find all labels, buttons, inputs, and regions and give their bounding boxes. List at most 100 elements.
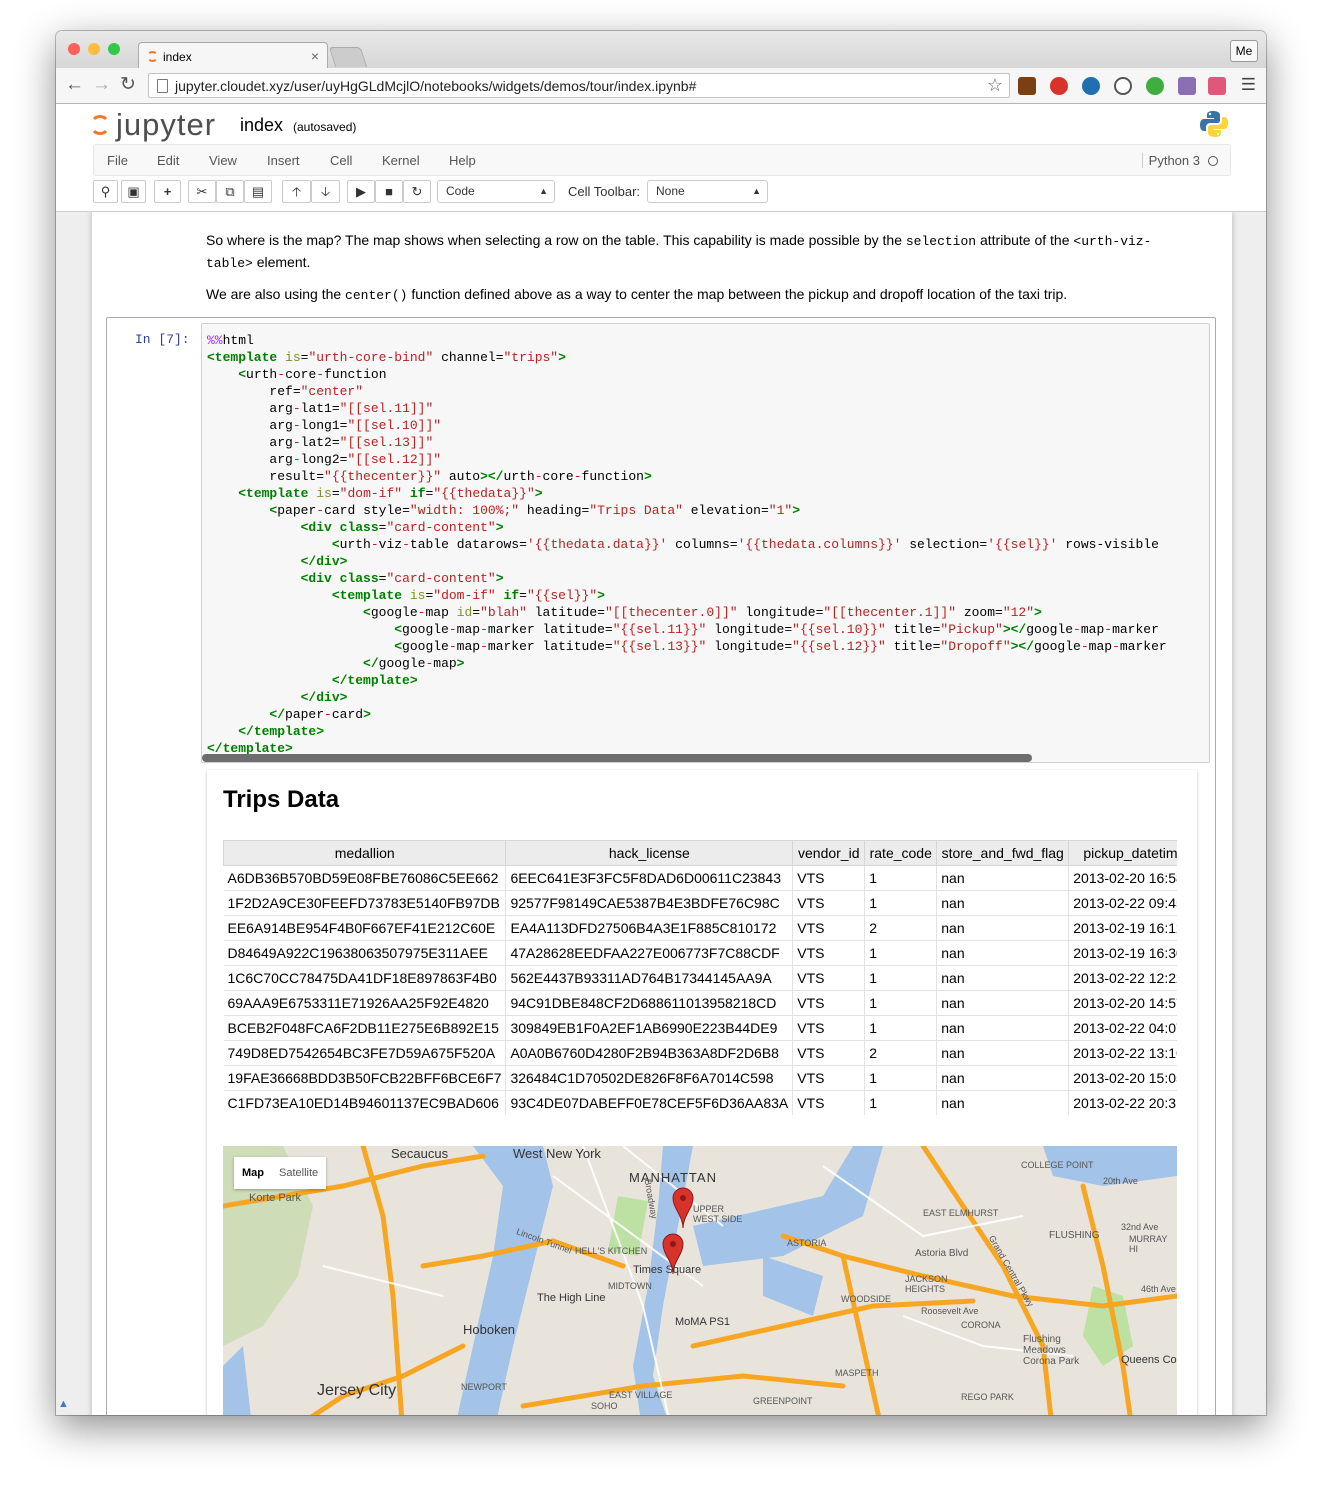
table-cell: 1 (864, 865, 938, 891)
insert-cell-button[interactable]: + (154, 180, 181, 203)
bookmark-star-icon[interactable]: ☆ (987, 75, 1003, 96)
extension-book-icon[interactable] (1018, 77, 1036, 95)
back-icon[interactable]: ← (65, 75, 84, 95)
column-header[interactable]: vendor_id (792, 840, 866, 866)
table-row[interactable]: 69AAA9E6753311E71926AA25F92E4820 94C91DBE… (223, 990, 1177, 1016)
horizontal-scrollbar[interactable] (202, 754, 1032, 762)
save-button[interactable]: ▣ (121, 180, 146, 203)
google-map[interactable]: Map Satellite Secaucus West New York MAN… (223, 1146, 1177, 1415)
paste-button[interactable]: ▤ (244, 180, 272, 203)
copy-icon: ⧉ (225, 184, 235, 199)
code-editor[interactable]: %%html <template is="urth-core-bind" cha… (201, 323, 1210, 763)
table-cell: 1C6C70CC78475DA41DF18E897863F4B0 (223, 965, 507, 991)
notebook-name[interactable]: index (240, 115, 283, 136)
table-cell: 2013-02-20 14:57:0 (1068, 990, 1177, 1016)
table-row[interactable]: D84649A922C19638063507975E311AEE 47A28628… (223, 940, 1177, 966)
profile-button[interactable]: Me (1230, 40, 1258, 62)
table-row[interactable]: 19FAE36668BDD3B50FCB22BFF6BCE6F7 326484C1… (223, 1065, 1177, 1091)
url-field[interactable]: jupyter.cloudet.xyz/user/uyHgGLdMcjlO/no… (148, 73, 1010, 98)
map-label: Hoboken (463, 1322, 516, 1337)
column-header[interactable]: medallion (223, 840, 507, 866)
table-cell: 1 (864, 965, 938, 991)
table-cell: D84649A922C19638063507975E311AEE (223, 940, 507, 966)
table-row[interactable]: 749D8ED7542654BC3FE7D59A675F520A A0A0B676… (223, 1040, 1177, 1066)
map-label: Queens Co (1121, 1354, 1177, 1366)
code-cell[interactable]: In [7]: %%html <template is="urth-core-b… (106, 317, 1216, 1415)
command-palette-button[interactable]: ⚲ (93, 180, 118, 203)
table-cell: 1 (864, 990, 938, 1016)
scroll-top-icon[interactable]: ▲ (58, 1398, 69, 1410)
close-window-icon[interactable] (68, 43, 80, 55)
run-button[interactable]: ▶ (347, 180, 375, 203)
forward-icon[interactable]: → (92, 75, 111, 95)
menu-cell[interactable]: Cell (330, 153, 352, 168)
table-cell: 749D8ED7542654BC3FE7D59A675F520A (223, 1040, 507, 1066)
copy-button[interactable]: ⧉ (216, 180, 244, 203)
reload-icon[interactable]: ↻ (120, 75, 136, 95)
table-row[interactable]: EE6A914BE954F4B0F667EF41E212C60E EA4A113D… (223, 915, 1177, 941)
menu-help[interactable]: Help (449, 153, 476, 168)
menu-edit[interactable]: Edit (157, 153, 179, 168)
column-header[interactable]: rate_code (864, 840, 938, 866)
browser-menu-icon[interactable]: ☰ (1241, 75, 1256, 95)
maximize-window-icon[interactable] (108, 43, 120, 55)
interrupt-button[interactable]: ■ (375, 180, 403, 203)
table-cell: nan (936, 890, 1070, 916)
table-row[interactable]: BCEB2F048FCA6F2DB11E275E6B892E15 309849EB… (223, 1015, 1177, 1041)
map-label: Flushing Meadows Corona Park (1023, 1334, 1080, 1367)
move-up-button[interactable]: 🡡 (282, 180, 311, 203)
column-header[interactable]: hack_license (505, 840, 794, 866)
extension-clock-icon[interactable] (1114, 77, 1132, 95)
extension-cast-icon[interactable] (1208, 77, 1226, 95)
new-tab-button[interactable] (328, 47, 368, 67)
table-cell: 326484C1D70502DE826F8F6A7014C598 (505, 1065, 794, 1091)
table-cell: 47A28628EEDFAA227E006773F7C88CDF (505, 940, 794, 966)
column-header[interactable]: store_and_fwd_flag (936, 840, 1070, 866)
restart-icon: ↻ (411, 184, 423, 199)
table-row[interactable]: C1FD73EA10ED14B94601137EC9BAD606 93C4DE07… (223, 1090, 1177, 1115)
map-label: EAST ELMHURST (923, 1208, 999, 1218)
table-row[interactable]: A6DB36B570BD59E08FBE76086C5EE662 6EEC641E… (223, 865, 1177, 891)
table-row[interactable]: 1C6C70CC78475DA41DF18E897863F4B0 562E4437… (223, 965, 1177, 991)
map-label: GREENPOINT (753, 1396, 813, 1406)
table-cell: 94C91DBE848CF2D688611013958218CD (505, 990, 794, 1016)
cell-type-select[interactable]: Code ▲ (437, 180, 555, 203)
notebook-toolbar: ⚲ ▣ + ✂ ⧉ ▤ 🡡 🡣 ▶ ■ ↻ Code ▲ Cell Toolbar… (93, 180, 1231, 208)
table-cell: nan (936, 1090, 1070, 1115)
select-arrows-icon: ▲ (752, 186, 761, 196)
table-row[interactable]: 1F2D2A9CE30FEEFD73783E5140FB97DB 92577F98… (223, 890, 1177, 916)
map-label: Roosevelt Ave (921, 1306, 979, 1316)
stop-icon: ■ (385, 184, 393, 199)
jupyter-logo-icon (90, 115, 110, 135)
table-cell: VTS (792, 865, 866, 891)
minimize-window-icon[interactable] (88, 43, 100, 55)
table-cell: 1 (864, 1090, 938, 1115)
tab-close-icon[interactable]: × (311, 48, 319, 64)
table-cell: nan (936, 965, 1070, 991)
menu-insert[interactable]: Insert (267, 153, 300, 168)
menu-file[interactable]: File (107, 153, 128, 168)
column-header[interactable]: pickup_datetime (1068, 840, 1177, 866)
cut-button[interactable]: ✂ (188, 180, 216, 203)
table-cell: 2013-02-22 09:45:0 (1068, 890, 1177, 916)
table-cell: 2013-02-20 15:05:0 (1068, 1065, 1177, 1091)
extension-puzzle-icon[interactable] (1178, 77, 1196, 95)
cell-toolbar-select[interactable]: None ▲ (647, 180, 768, 203)
browser-tab[interactable]: index × (138, 42, 328, 68)
map-type-map-button[interactable]: Map (242, 1167, 264, 1179)
menu-view[interactable]: View (209, 153, 237, 168)
extension-globe-icon[interactable] (1082, 77, 1100, 95)
table-cell: A0A0B6760D4280F2B94B363A8DF2D6B8 (505, 1040, 794, 1066)
map-type-satellite-button[interactable]: Satellite (279, 1167, 318, 1179)
table-cell: BCEB2F048FCA6F2DB11E275E6B892E15 (223, 1015, 507, 1041)
search-icon: ⚲ (100, 184, 111, 199)
extension-adblock-icon[interactable] (1050, 77, 1068, 95)
tab-bar: index × Me (56, 31, 1266, 68)
move-down-button[interactable]: 🡣 (311, 180, 340, 203)
menu-kernel[interactable]: Kernel (382, 153, 420, 168)
restart-button[interactable]: ↻ (403, 180, 431, 203)
table-cell: 2 (864, 915, 938, 941)
extension-chat-icon[interactable] (1146, 77, 1164, 95)
table-cell: 1 (864, 890, 938, 916)
map-label: SOHO (591, 1401, 618, 1411)
